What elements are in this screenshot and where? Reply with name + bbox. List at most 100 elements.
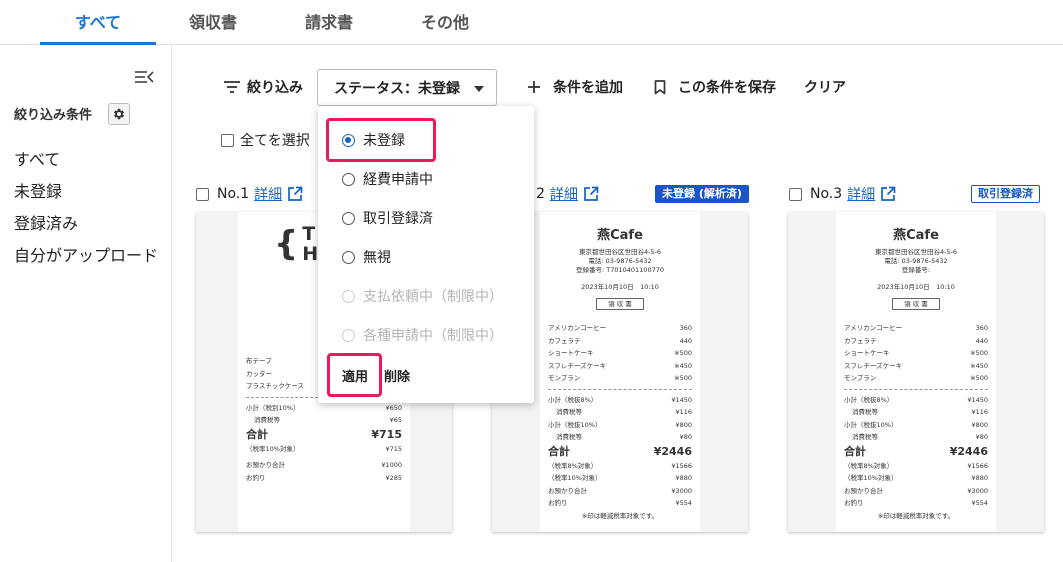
select-all-checkbox[interactable] (221, 133, 234, 147)
receipt-tax: 消費税等 ¥80 (556, 433, 692, 441)
tab-all[interactable]: すべて (40, 0, 156, 45)
gear-icon (113, 108, 125, 120)
sidebar: 絞り込み条件 すべて 未登録 登録済み 自分がアップロード (0, 45, 172, 562)
receipt-total: 合計 ¥715 (246, 427, 402, 441)
add-condition-label: 条件を追加 (553, 80, 623, 96)
sidebar-item-all[interactable]: すべて (14, 146, 60, 170)
collapse-sidebar-icon[interactable] (134, 69, 154, 85)
filter-settings-button[interactable] (108, 103, 130, 125)
receipt-paid: お預かり合計 ¥3000 (548, 486, 692, 495)
receipt-tax: 消費税等 ¥80 (852, 433, 988, 441)
select-all[interactable]: 全てを選択 (221, 130, 310, 150)
receipt-line-item: スフレチーズケーキ ※450 (548, 361, 692, 370)
external-link-icon[interactable] (880, 186, 896, 202)
tab-other[interactable]: その他 (392, 0, 498, 45)
card-1-checkbox[interactable] (196, 187, 209, 201)
receipt-divider (844, 388, 988, 390)
receipt-address: 東京都世田谷区世田谷4-5-6 電話: 03-9876-5432 登録番号: T… (576, 248, 664, 274)
receipt-date: 2023年10月10日 10:10 (581, 283, 659, 291)
receipt-label-box: 領 収 書 (892, 298, 940, 310)
receipt-paid: お預かり合計 ¥3000 (844, 486, 988, 495)
receipt-tax-target: （税率8%対象） ¥1566 (844, 461, 988, 470)
status-option-transaction-registered[interactable]: 取引登録済 (342, 208, 433, 228)
receipt-line-item: カフェラテ 440 (844, 336, 988, 345)
receipt-line-item: モンブラン ※500 (548, 374, 692, 382)
status-option-ignore[interactable]: 無視 (342, 247, 391, 267)
radio-button (342, 328, 355, 342)
sidebar-item-my-uploads[interactable]: 自分がアップロード (14, 242, 158, 266)
radio-button[interactable] (342, 172, 355, 186)
card-2-number: 2 (536, 186, 545, 202)
receipt-subtotal: 小計（税抜8%） ¥1450 (844, 395, 988, 404)
receipt-address: 東京都世田谷区世田谷4-5-6 電話: 03-9876-5432 登録番号: (874, 248, 958, 274)
status-option-various-requests: 各種申請中（制限中） (342, 325, 503, 345)
tab-invoices[interactable]: 請求書 (276, 0, 382, 45)
card-3-header: No.3 詳細 (789, 184, 896, 204)
receipt-tax-target: （税率8%対象） ¥1566 (548, 461, 692, 470)
radio-button[interactable] (342, 250, 355, 264)
status-select-value: ステータス：未登録 (334, 80, 460, 97)
receipt-line-item: ショートケーキ ※500 (548, 349, 692, 357)
card-2-header: 2 詳細 (536, 184, 599, 204)
receipt-line-item: モンブラン ※500 (844, 374, 988, 382)
highlight-frame (326, 118, 436, 162)
radio-button (342, 289, 355, 303)
receipt-subtotal: 小計（税抜10%） ¥800 (548, 420, 692, 429)
card-3-number: No.3 (810, 186, 843, 202)
receipt-total: 合計 ¥2446 (844, 444, 988, 458)
filter-conditions-title: 絞り込み条件 (14, 108, 93, 123)
save-condition-label: この条件を保存 (678, 80, 776, 96)
external-link-icon[interactable] (583, 186, 599, 202)
receipt-divider (548, 388, 692, 390)
receipt-tax-target: （税率10%対象） ¥715 (246, 444, 402, 453)
sidebar-item-registered[interactable]: 登録済み (14, 210, 78, 234)
card-2-detail-link[interactable]: 詳細 (550, 184, 578, 204)
tab-receipts[interactable]: 領収書 (160, 0, 266, 45)
receipt-image: 燕Cafe 東京都世田谷区世田谷4-5-6 電話: 03-9876-5432 登… (836, 212, 996, 532)
select-all-label: 全てを選択 (240, 133, 310, 149)
clear-button[interactable]: クリア (804, 77, 846, 97)
receipt-image: 燕Cafe 東京都世田谷区世田谷4-5-6 電話: 03-9876-5432 登… (540, 212, 700, 532)
card-1-header: No.1 詳細 (196, 184, 303, 204)
plus-icon (528, 81, 540, 93)
highlight-frame (327, 353, 382, 397)
filter-label: 絞り込み (247, 80, 303, 96)
receipt-tax-target: （税率10%対象） ¥880 (548, 474, 692, 482)
receipt-total: 合計 ¥2446 (548, 444, 692, 458)
status-select[interactable]: ステータス：未登録 (317, 69, 497, 106)
filter-button[interactable]: 絞り込み (223, 77, 303, 97)
receipt-line-item: ショートケーキ ※500 (844, 349, 988, 357)
status-badge: 未登録 (解析済) (655, 185, 749, 203)
receipt-line-item: スフレチーズケーキ ※450 (844, 361, 988, 370)
receipt-line-item: カフェラテ 440 (548, 336, 692, 345)
add-condition-button[interactable]: 条件を追加 (527, 77, 623, 97)
receipt-change: お釣り ¥554 (844, 499, 988, 507)
external-link-icon[interactable] (287, 186, 303, 202)
receipt-paid: お預かり合計 ¥1000 (246, 461, 402, 469)
receipt-card-3[interactable]: 燕Cafe 東京都世田谷区世田谷4-5-6 電話: 03-9876-5432 登… (788, 212, 1044, 532)
card-1-number: No.1 (217, 186, 250, 202)
tab-bar: すべて 領収書 請求書 その他 (0, 0, 1063, 45)
save-condition-button[interactable]: この条件を保存 (654, 77, 776, 97)
card-3-detail-link[interactable]: 詳細 (847, 184, 875, 204)
receipt-tax: 消費税等 ¥65 (254, 416, 402, 424)
receipt-note: ※印は軽減税率対象です。 (581, 511, 659, 520)
receipt-subtotal: 小計（税別10%） ¥650 (246, 403, 402, 412)
status-option-payment-request: 支払依頼中（制限中） (342, 286, 503, 306)
receipt-label-box: 領 収 書 (596, 298, 644, 310)
receipt-store-name: 燕Cafe (893, 228, 939, 243)
card-3-checkbox[interactable] (789, 187, 802, 201)
receipt-store-name: 燕Cafe (597, 228, 643, 243)
receipt-line-item: アメリカンコーヒー 360 (844, 324, 988, 332)
status-badge: 取引登録済 (971, 185, 1040, 203)
receipt-change: お釣り ¥285 (246, 473, 402, 482)
status-option-expense-pending[interactable]: 経費申請中 (342, 169, 433, 189)
delete-button[interactable]: 削除 (384, 366, 410, 385)
receipt-subtotal: 小計（税抜8%） ¥1450 (548, 395, 692, 404)
sidebar-item-unregistered[interactable]: 未登録 (14, 178, 62, 202)
card-1-detail-link[interactable]: 詳細 (254, 184, 282, 204)
radio-button[interactable] (342, 211, 355, 225)
bookmark-icon (654, 79, 666, 94)
receipt-note: ※印は軽減税率対象です。 (877, 511, 955, 520)
filter-icon (224, 81, 240, 93)
